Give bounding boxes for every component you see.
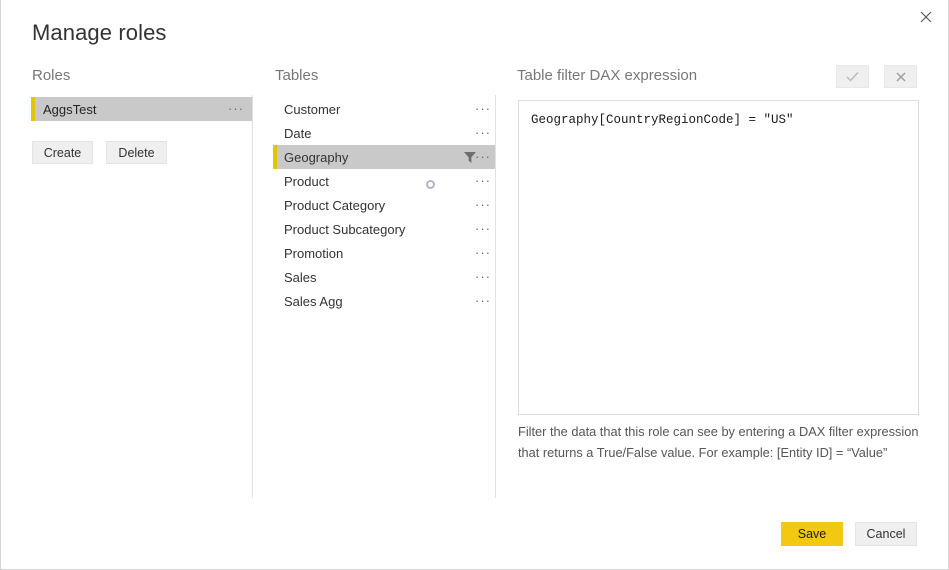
table-name: Product Category <box>284 197 386 213</box>
role-actions: Create Delete <box>32 141 167 164</box>
table-name: Geography <box>284 149 349 165</box>
page-title: Manage roles <box>32 20 167 45</box>
table-more-options-icon[interactable]: ··· <box>475 294 491 307</box>
busy-cursor-icon <box>426 180 435 189</box>
close-icon <box>896 72 905 81</box>
selected-accent-bar <box>273 121 277 145</box>
table-name: Sales <box>284 269 317 285</box>
table-more-options-icon[interactable]: ··· <box>475 198 491 211</box>
table-name: Product <box>284 173 329 189</box>
cancel-button[interactable]: Cancel <box>855 522 917 546</box>
close-glyph <box>920 11 932 23</box>
tables-dax-divider <box>495 95 496 498</box>
selected-accent-bar <box>273 289 277 313</box>
selected-accent-bar <box>273 241 277 265</box>
dax-help-line-1: Filter the data that this role can see b… <box>518 424 919 439</box>
sidebar-item-sales[interactable]: Sales ··· <box>273 265 495 289</box>
sidebar-item-product-category[interactable]: Product Category ··· <box>273 193 495 217</box>
dax-column-header: Table filter DAX expression <box>517 67 698 84</box>
list-item[interactable]: AggsTest ··· <box>31 97 252 121</box>
selected-accent-bar <box>273 217 277 241</box>
selected-accent-bar <box>31 97 35 121</box>
dax-toolbar <box>836 65 917 88</box>
reject-expression-button[interactable] <box>884 65 917 88</box>
dax-help-line-2: that returns a True/False value. For exa… <box>518 445 888 460</box>
selected-accent-bar <box>273 145 277 169</box>
sidebar-item-product-subcategory[interactable]: Product Subcategory ··· <box>273 217 495 241</box>
checkmark-icon <box>846 72 859 82</box>
selected-accent-bar <box>273 193 277 217</box>
role-name: AggsTest <box>43 101 97 117</box>
table-more-options-icon[interactable]: ··· <box>475 246 491 259</box>
sidebar-item-date[interactable]: Date ··· <box>273 121 495 145</box>
table-more-options-icon[interactable]: ··· <box>475 126 491 139</box>
table-more-options-icon[interactable]: ··· <box>475 222 491 235</box>
tables-list: Customer ··· Date ··· Geography ··· Prod… <box>273 97 495 313</box>
sidebar-item-promotion[interactable]: Promotion ··· <box>273 241 495 265</box>
sidebar-item-product[interactable]: Product ··· <box>273 169 495 193</box>
table-more-options-icon[interactable]: ··· <box>475 150 491 163</box>
dax-expression-text: Geography[CountryRegionCode] = "US" <box>531 113 794 127</box>
create-role-button[interactable]: Create <box>32 141 93 164</box>
dax-expression-editor[interactable]: Geography[CountryRegionCode] = "US" <box>518 100 919 415</box>
tables-column-header: Tables <box>275 67 319 84</box>
table-name: Promotion <box>284 245 344 261</box>
role-more-options-icon[interactable]: ··· <box>228 102 244 115</box>
table-name: Product Subcategory <box>284 221 406 237</box>
close-icon[interactable] <box>908 2 944 32</box>
dialog-footer: Save Cancel <box>781 522 917 546</box>
selected-accent-bar <box>273 265 277 289</box>
table-more-options-icon[interactable]: ··· <box>475 102 491 115</box>
roles-list: AggsTest ··· <box>31 97 252 121</box>
table-more-options-icon[interactable]: ··· <box>475 270 491 283</box>
roles-tables-divider <box>252 95 253 498</box>
selected-accent-bar <box>273 169 277 193</box>
delete-role-button[interactable]: Delete <box>106 141 167 164</box>
dax-help-text: Filter the data that this role can see b… <box>518 421 923 463</box>
sidebar-item-sales-agg[interactable]: Sales Agg ··· <box>273 289 495 313</box>
manage-roles-dialog: Manage roles Roles Tables Table filter D… <box>0 0 949 570</box>
table-name: Date <box>284 125 312 141</box>
accept-expression-button[interactable] <box>836 65 869 88</box>
table-name: Customer <box>284 101 341 117</box>
table-more-options-icon[interactable]: ··· <box>475 174 491 187</box>
sidebar-item-customer[interactable]: Customer ··· <box>273 97 495 121</box>
save-button[interactable]: Save <box>781 522 843 546</box>
roles-column-header: Roles <box>32 67 71 84</box>
selected-accent-bar <box>273 97 277 121</box>
sidebar-item-geography[interactable]: Geography ··· <box>273 145 495 169</box>
table-name: Sales Agg <box>284 293 343 309</box>
